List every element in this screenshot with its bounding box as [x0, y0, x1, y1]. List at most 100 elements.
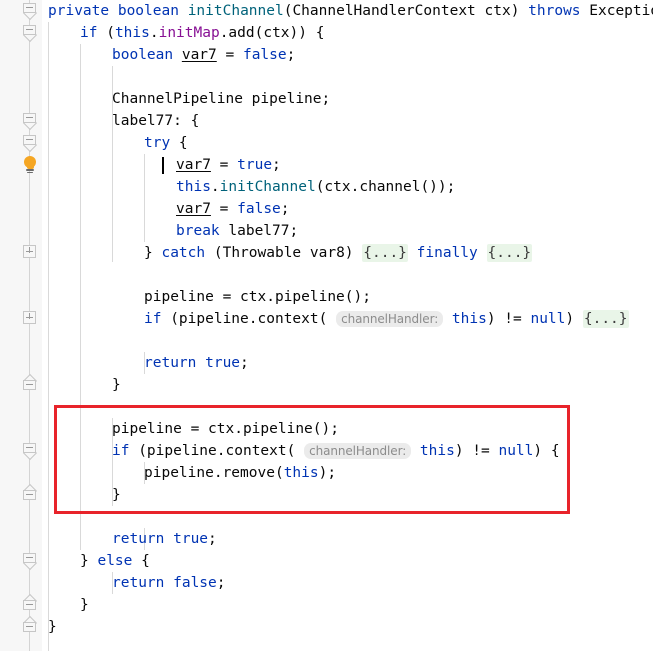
code-token: true — [237, 157, 273, 173]
indent-guide — [48, 22, 49, 651]
code-line[interactable]: boolean var7 = false; — [112, 44, 295, 66]
code-token: true — [205, 355, 241, 371]
code-token: if — [144, 311, 171, 327]
intention-bulb-icon[interactable] — [22, 156, 38, 174]
fold-marker-fold-start[interactable] — [22, 135, 37, 153]
code-token: Exception { — [589, 3, 653, 19]
code-line[interactable]: } — [112, 484, 121, 506]
code-token: boolean — [117, 3, 188, 19]
code-token: boolean — [112, 47, 182, 63]
code-token: ; — [280, 201, 290, 217]
code-token: this — [114, 25, 150, 41]
code-token: } — [112, 377, 121, 393]
code-line[interactable]: return true; — [112, 528, 217, 550]
folded-code-block[interactable]: {...} — [582, 310, 629, 328]
fold-marker-fold-start[interactable] — [22, 113, 37, 131]
fold-marker-fold-end[interactable] — [22, 615, 37, 632]
code-token: ) { — [533, 443, 560, 459]
code-line[interactable]: if (pipeline.context( channelHandler: th… — [112, 440, 560, 462]
code-line[interactable]: var7 = false; — [176, 198, 290, 220]
code-line[interactable]: private boolean initChannel(ChannelHandl… — [48, 0, 653, 22]
code-token: ) != — [486, 311, 531, 327]
code-line[interactable]: if (this.initMap.add(ctx)) { — [80, 22, 324, 44]
code-token: throws — [528, 3, 590, 19]
fold-marker-fold-start[interactable] — [22, 25, 37, 43]
code-token: ChannelPipeline pipeline; — [112, 91, 331, 107]
folded-code-block[interactable]: {...} — [362, 244, 408, 262]
code-line[interactable]: pipeline = ctx.pipeline(); — [144, 286, 371, 308]
code-token: catch — [161, 245, 214, 261]
code-token: ) != — [454, 443, 499, 459]
code-token: true — [173, 531, 209, 547]
code-token: { — [141, 553, 150, 569]
code-token: } — [144, 245, 162, 261]
code-token: { — [178, 135, 188, 151]
code-token: break — [176, 223, 229, 239]
text-caret — [162, 157, 164, 174]
parameter-name-hint: channelHandler: — [304, 443, 412, 459]
indent-guide — [144, 154, 145, 242]
code-token: false — [173, 575, 217, 591]
code-token: this — [176, 179, 211, 195]
code-token: } — [80, 553, 98, 569]
indent-guide — [80, 44, 81, 550]
code-token: private — [48, 3, 118, 19]
fold-marker-fold-end[interactable] — [22, 593, 37, 610]
code-token: pipeline = ctx.pipeline(); — [144, 289, 371, 305]
code-content[interactable]: private boolean initChannel(ChannelHandl… — [42, 0, 653, 651]
folded-code-block[interactable]: {...} — [486, 244, 533, 262]
fold-marker-fold-start[interactable] — [22, 443, 37, 461]
fold-marker-fold-expand[interactable] — [23, 311, 36, 324]
code-line[interactable]: var7 = true; — [176, 154, 281, 176]
fold-marker-fold-start[interactable] — [22, 553, 37, 571]
code-line[interactable]: ChannelPipeline pipeline; — [112, 88, 330, 110]
code-token: ); — [318, 465, 337, 481]
code-token: (pipeline.context( — [170, 311, 328, 327]
code-token: if — [80, 25, 107, 41]
fold-marker-fold-end[interactable] — [22, 483, 37, 500]
code-line[interactable]: break label77; — [176, 220, 298, 242]
code-line[interactable]: } else { — [80, 550, 150, 572]
code-line[interactable]: label77: { — [112, 110, 199, 132]
code-line[interactable]: } — [112, 374, 121, 396]
code-token: ; — [216, 575, 226, 591]
fold-marker-fold-expand[interactable] — [23, 245, 36, 258]
code-line[interactable]: } — [80, 594, 89, 616]
code-token: ( — [106, 25, 115, 41]
code-line[interactable]: return true; — [144, 352, 249, 374]
code-token: false — [237, 201, 281, 217]
code-line[interactable]: this.initChannel(ctx.channel()); — [176, 176, 455, 198]
code-token: } — [112, 487, 121, 503]
code-line[interactable]: pipeline = ctx.pipeline(); — [112, 418, 339, 440]
editor-gutter[interactable] — [0, 0, 42, 651]
code-token: false — [242, 47, 287, 63]
code-line[interactable]: } catch (Throwable var8) {...} finally {… — [144, 242, 533, 264]
code-token: this — [419, 443, 455, 459]
code-token: pipeline = ctx.pipeline(); — [112, 421, 339, 437]
code-token: try — [144, 135, 179, 151]
code-token: ) — [565, 311, 583, 327]
code-token: } — [80, 597, 89, 613]
code-token: = — [210, 201, 238, 217]
code-line[interactable]: if (pipeline.context( channelHandler: th… — [144, 308, 629, 330]
fold-marker-fold-end[interactable] — [22, 373, 37, 390]
fold-marker-fold-start[interactable] — [22, 3, 37, 21]
code-line[interactable]: try { — [144, 132, 188, 154]
code-token: . — [210, 179, 220, 195]
code-token: var7 — [181, 47, 217, 63]
code-line[interactable]: return false; — [112, 572, 226, 594]
code-token: var7 — [176, 157, 211, 173]
code-token: (Throwable var8) — [213, 245, 363, 261]
code-token: null — [498, 443, 534, 459]
code-line[interactable]: } — [48, 616, 57, 638]
code-token: ; — [240, 355, 249, 371]
code-token: } — [48, 619, 57, 635]
code-token: (pipeline.context( — [138, 443, 296, 459]
code-line[interactable]: pipeline.remove(this); — [144, 462, 336, 484]
code-token: .add(ctx)) { — [219, 25, 325, 41]
code-token: label77; — [228, 223, 299, 239]
code-token: ; — [208, 531, 217, 547]
code-token: (ChannelHandlerContext ctx) — [283, 3, 529, 19]
code-editor[interactable]: private boolean initChannel(ChannelHandl… — [0, 0, 653, 651]
